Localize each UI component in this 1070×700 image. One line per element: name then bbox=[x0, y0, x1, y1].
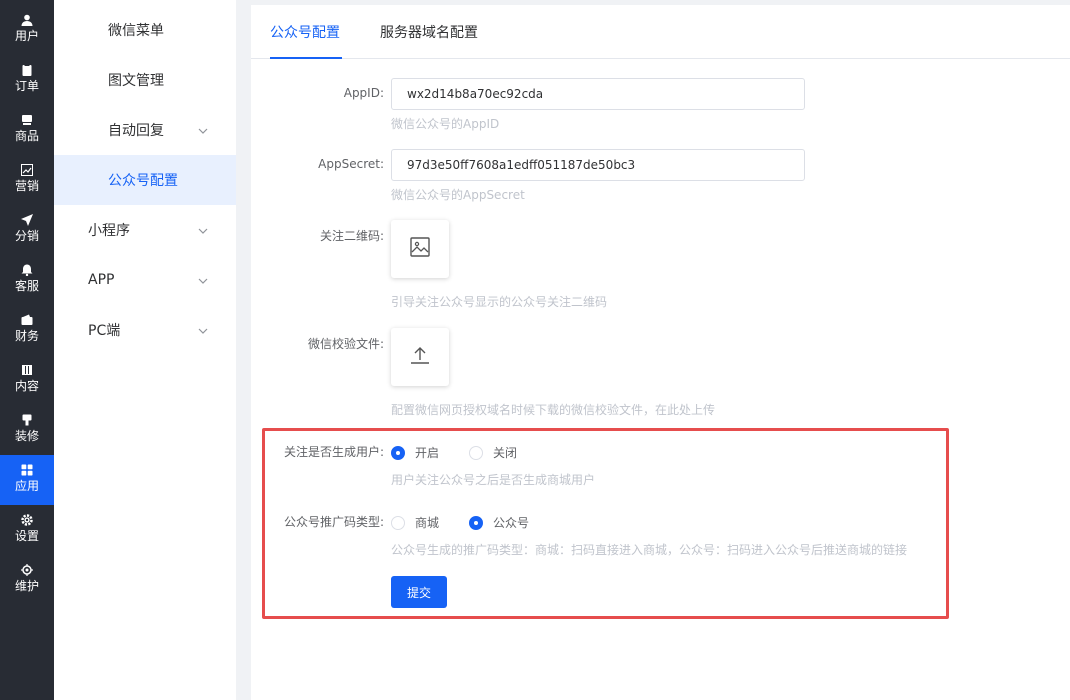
rail-item-decorate[interactable]: 装修 bbox=[0, 405, 54, 455]
rail-label: 分销 bbox=[14, 229, 39, 243]
grid-icon bbox=[20, 463, 34, 477]
tab-oa-config[interactable]: 公众号配置 bbox=[270, 22, 340, 42]
radio-label: 关闭 bbox=[493, 446, 518, 460]
radio-dot-checked bbox=[391, 445, 405, 460]
rail-label: 维护 bbox=[14, 579, 39, 593]
submenu-label: APP bbox=[88, 272, 115, 288]
submenu-label: 图文管理 bbox=[108, 73, 164, 89]
radio-promo-mall[interactable]: 商城 bbox=[391, 514, 439, 531]
chart-icon bbox=[20, 163, 34, 177]
submenu-label: 小程序 bbox=[88, 223, 130, 239]
rail-item-service[interactable]: 客服 bbox=[0, 255, 54, 305]
submenu-item-media[interactable]: 图文管理 bbox=[54, 55, 236, 105]
bell-icon bbox=[20, 263, 34, 277]
promo-label-wrap: 公众号推广码类型: bbox=[251, 513, 384, 533]
radio-label: 公众号 bbox=[493, 516, 530, 530]
promo-hint: 公众号生成的推广码类型：商城：扫码直接进入商城，公众号：扫码进入公众号后推送商城… bbox=[391, 543, 908, 557]
submenu-item-app[interactable]: APP bbox=[54, 255, 236, 305]
submenu-item-miniprogram[interactable]: 小程序 bbox=[54, 205, 236, 255]
rail-label: 财务 bbox=[14, 329, 39, 343]
rail-label: 装修 bbox=[14, 429, 39, 443]
qrcode-label: 关注二维码: bbox=[319, 229, 384, 243]
submenu-label: 自动回复 bbox=[108, 123, 164, 139]
upload-icon bbox=[410, 345, 430, 369]
chevron-down-icon bbox=[198, 224, 208, 234]
clipboard-icon bbox=[20, 63, 34, 77]
radio-promo-oa[interactable]: 公众号 bbox=[469, 514, 529, 531]
verify-label: 微信校验文件: bbox=[307, 337, 384, 351]
secret-label: AppSecret: bbox=[318, 157, 384, 171]
rail-label: 应用 bbox=[14, 479, 39, 493]
appid-input[interactable]: wx2d14b8a70ec92cda bbox=[391, 78, 805, 110]
gear-icon bbox=[20, 513, 34, 527]
rail-label: 商品 bbox=[14, 129, 39, 143]
radio-create-user-off[interactable]: 关闭 bbox=[469, 444, 517, 461]
image-icon bbox=[410, 237, 430, 261]
submit-button[interactable]: 提交 bbox=[391, 576, 447, 608]
rail-item-apps[interactable]: 应用 bbox=[0, 455, 54, 505]
rail-item-order[interactable]: 订单 bbox=[0, 55, 54, 105]
rail-label: 用户 bbox=[14, 29, 39, 43]
qrcode-label-wrap: 关注二维码: bbox=[251, 227, 384, 247]
secret-label-wrap: AppSecret: bbox=[251, 157, 384, 177]
radio-dot bbox=[469, 445, 483, 460]
qrcode-hint: 引导关注公众号显示的公众号关注二维码 bbox=[391, 295, 608, 309]
submenu-label: PC端 bbox=[88, 323, 121, 339]
verify-hint: 配置微信网页授权域名时候下载的微信校验文件，在此处上传 bbox=[391, 403, 716, 417]
appid-hint: 微信公众号的AppID bbox=[391, 117, 500, 131]
submenu-label: 微信菜单 bbox=[108, 23, 164, 39]
rail-label: 客服 bbox=[14, 279, 39, 293]
rail-item-finance[interactable]: 财务 bbox=[0, 305, 54, 355]
main-panel: 公众号配置 服务器域名配置 AppID: wx2d14b8a70ec92cda … bbox=[251, 5, 1070, 700]
brush-icon bbox=[20, 413, 34, 427]
submenu-item-oa-config[interactable]: 公众号配置 bbox=[54, 155, 236, 205]
rail-item-settings[interactable]: 设置 bbox=[0, 505, 54, 555]
radio-dot-checked bbox=[469, 515, 483, 530]
chevron-down-icon bbox=[198, 274, 208, 284]
user-icon bbox=[20, 13, 34, 27]
chevron-down-icon bbox=[198, 324, 208, 334]
create-user-hint: 用户关注公众号之后是否生成商城用户 bbox=[391, 473, 596, 487]
secondary-menu: 微信菜单 图文管理 自动回复 公众号配置 小程序 APP PC端 bbox=[54, 0, 236, 700]
radio-label: 开启 bbox=[415, 446, 440, 460]
rail-label: 设置 bbox=[14, 529, 39, 543]
wallet-icon bbox=[20, 313, 34, 327]
verify-file-upload-button[interactable] bbox=[391, 328, 449, 386]
chevron-down-icon bbox=[198, 124, 208, 134]
rail-label: 订单 bbox=[14, 79, 39, 93]
radio-dot bbox=[391, 515, 405, 530]
promo-label: 公众号推广码类型: bbox=[283, 515, 384, 529]
appsecret-hint: 微信公众号的AppSecret bbox=[391, 188, 525, 202]
rail-label: 内容 bbox=[14, 379, 39, 393]
rail-item-user[interactable]: 用户 bbox=[0, 5, 54, 55]
submenu-item-wechat-menu[interactable]: 微信菜单 bbox=[54, 5, 236, 55]
appid-label-wrap: AppID: bbox=[251, 86, 384, 106]
qrcode-upload-button[interactable] bbox=[391, 220, 449, 278]
book-icon bbox=[20, 363, 34, 377]
send-icon bbox=[20, 213, 34, 227]
box-icon bbox=[20, 113, 34, 127]
appsecret-input[interactable]: 97d3e50ff7608a1edff051187de50bc3 bbox=[391, 149, 805, 181]
main-nav-rail: 用户 订单 商品 营销 分销 客服 财务 内容 装修 应用 设置 维护 bbox=[0, 0, 54, 700]
submenu-item-auto-reply[interactable]: 自动回复 bbox=[54, 105, 236, 155]
tab-bar: 公众号配置 服务器域名配置 bbox=[251, 5, 1070, 59]
rail-item-goods[interactable]: 商品 bbox=[0, 105, 54, 155]
rail-item-marketing[interactable]: 营销 bbox=[0, 155, 54, 205]
verify-label-wrap: 微信校验文件: bbox=[251, 335, 384, 355]
appid-label: AppID: bbox=[343, 86, 384, 100]
create-user-label: 关注是否生成用户: bbox=[283, 445, 384, 459]
rail-item-content[interactable]: 内容 bbox=[0, 355, 54, 405]
submenu-item-pc[interactable]: PC端 bbox=[54, 305, 236, 355]
active-tab-indicator bbox=[270, 57, 342, 59]
chip-icon bbox=[20, 563, 34, 577]
rail-label: 营销 bbox=[14, 179, 39, 193]
tab-server-domain[interactable]: 服务器域名配置 bbox=[380, 22, 478, 42]
create-user-label-wrap: 关注是否生成用户: bbox=[251, 443, 384, 463]
rail-item-maintenance[interactable]: 维护 bbox=[0, 555, 54, 605]
rail-item-distribution[interactable]: 分销 bbox=[0, 205, 54, 255]
radio-create-user-on[interactable]: 开启 bbox=[391, 444, 439, 461]
submenu-label: 公众号配置 bbox=[108, 173, 178, 189]
radio-label: 商城 bbox=[415, 516, 440, 530]
